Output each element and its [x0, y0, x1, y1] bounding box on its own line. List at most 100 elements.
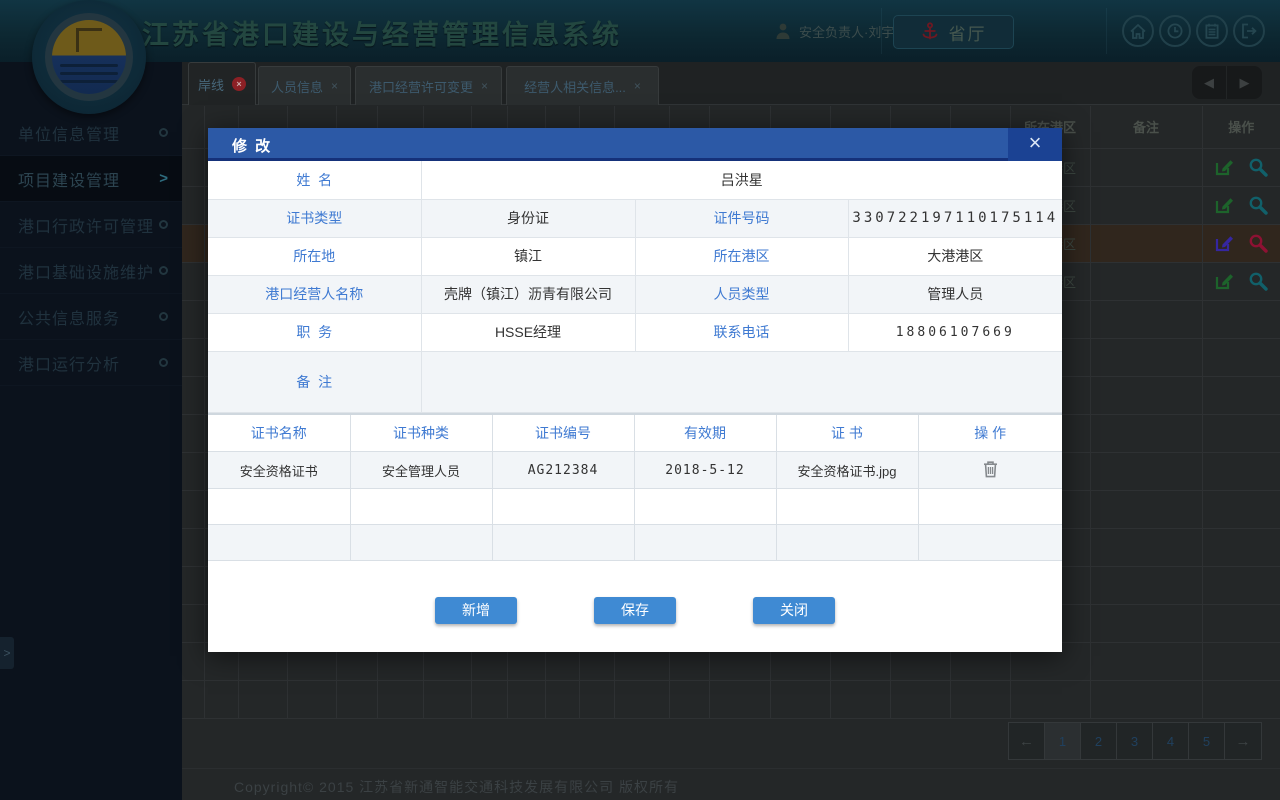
certificate-header-row: 证书名称 证书种类 证书编号 有效期 证 书 操 作 — [208, 414, 1062, 452]
edit-icon[interactable] — [1214, 271, 1234, 291]
tab-scroll-right-icon[interactable]: ▶ — [1227, 66, 1262, 99]
edit-icon[interactable] — [1214, 233, 1234, 253]
logout-icon[interactable] — [1233, 15, 1265, 47]
page-button-1[interactable]: 1 — [1045, 723, 1081, 759]
cert-number-header: 证书编号 — [492, 414, 634, 452]
name-value: 吕洪星 — [421, 161, 1062, 199]
screen: 江苏省港口建设与经营管理信息系统 安全负责人·刘宇 省厅 — [0, 0, 1280, 800]
home-icon[interactable] — [1122, 15, 1154, 47]
circle-indicator-icon — [159, 312, 168, 321]
user-avatar-icon — [775, 22, 791, 40]
save-button[interactable]: 保存 — [594, 597, 676, 624]
form-row-remark: 备 注 — [208, 351, 1062, 412]
circle-indicator-icon — [159, 358, 168, 367]
sidebar-item-port-admin-license[interactable]: 港口行政许可管理 — [0, 202, 182, 248]
tab-operator-related-info[interactable]: 经营人相关信息... × — [506, 66, 659, 105]
tab-scroll-arrows: ◀ ▶ — [1192, 66, 1262, 99]
location-label: 所在地 — [208, 237, 421, 275]
form-row-name: 姓 名 吕洪星 — [208, 161, 1062, 199]
certificate-empty-row — [208, 489, 1062, 525]
cert-file-cell: 安全资格证书.jpg — [776, 452, 918, 489]
form-row-position: 职 务 HSSE经理 联系电话 18806107669 — [208, 313, 1062, 351]
page-button-5[interactable]: 5 — [1189, 723, 1225, 759]
dialog-titlebar: 修 改 × — [208, 128, 1062, 161]
name-label: 姓 名 — [208, 161, 421, 199]
port-area-value: 大港港区 — [848, 237, 1062, 275]
sidebar: 单位信息管理 项目建设管理 > 港口行政许可管理 港口基础设施维护 公共信息服务… — [0, 62, 182, 800]
sidebar-item-unit-info[interactable]: 单位信息管理 — [0, 110, 182, 156]
app-title: 江苏省港口建设与经营管理信息系统 — [142, 13, 622, 52]
modify-dialog: 修 改 × 姓 名 吕洪星 证书类型 身份证 证件号码 330722197110… — [208, 128, 1062, 652]
edit-icon[interactable] — [1214, 157, 1234, 177]
page-prev-icon[interactable]: ← — [1009, 723, 1045, 759]
cert-number-cell: AG212384 — [492, 452, 634, 489]
search-icon[interactable] — [1248, 157, 1268, 177]
circle-indicator-icon — [159, 128, 168, 137]
remark-label: 备 注 — [208, 351, 421, 412]
row-actions-cell — [1202, 186, 1280, 224]
sidebar-item-port-infrastructure[interactable]: 港口基础设施维护 — [0, 248, 182, 294]
tab-close-badge-icon[interactable]: × — [232, 77, 246, 91]
cert-type-label: 证书类型 — [208, 199, 421, 237]
remark-value — [421, 351, 1062, 412]
tab-bar: 岸线 × 人员信息 × 港口经营许可变更 × 经营人相关信息... × ◀ ▶ — [182, 62, 1280, 105]
cert-kind-cell: 安全管理人员 — [350, 452, 492, 489]
dept-button[interactable]: 省厅 — [893, 15, 1014, 49]
id-number-value: 330722197110175114 — [848, 199, 1062, 237]
anchor-icon — [921, 22, 939, 42]
row-actions-cell — [1202, 148, 1280, 186]
add-button[interactable]: 新增 — [435, 597, 517, 624]
certificate-table: 证书名称 证书种类 证书编号 有效期 证 书 操 作 安全资格证书 安全管理人员… — [208, 413, 1062, 562]
tab-close-icon[interactable]: × — [331, 79, 338, 93]
page-button-3[interactable]: 3 — [1117, 723, 1153, 759]
circle-indicator-icon — [159, 220, 168, 229]
user-area: 安全负责人·刘宇 — [775, 0, 894, 62]
clock-icon[interactable] — [1159, 15, 1191, 47]
notepad-icon[interactable] — [1196, 15, 1228, 47]
sidebar-expander-handle[interactable]: > — [0, 637, 14, 669]
tab-close-icon[interactable]: × — [634, 79, 641, 93]
phone-value: 18806107669 — [848, 313, 1062, 351]
trash-icon[interactable] — [983, 460, 998, 478]
tab-license-change[interactable]: 港口经营许可变更 × — [355, 66, 502, 105]
page-next-icon[interactable]: → — [1225, 723, 1261, 759]
cert-valid-header: 有效期 — [634, 414, 776, 452]
dialog-close-icon[interactable]: × — [1008, 128, 1062, 161]
copyright-text: Copyright© 2015 江苏省新通智能交通科技发展有限公司 版权所有 — [234, 777, 679, 797]
sidebar-item-port-operation-analysis[interactable]: 港口运行分析 — [0, 340, 182, 386]
app-header: 江苏省港口建设与经营管理信息系统 安全负责人·刘宇 省厅 — [0, 0, 1280, 62]
tab-personnel-info[interactable]: 人员信息 × — [258, 66, 351, 105]
remark-column-header: 备注 — [1090, 106, 1202, 148]
tab-scroll-left-icon[interactable]: ◀ — [1192, 66, 1227, 99]
tab-close-icon[interactable]: × — [481, 79, 488, 93]
person-type-value: 管理人员 — [848, 275, 1062, 313]
operator-name-label: 港口经营人名称 — [208, 275, 421, 313]
person-type-label: 人员类型 — [635, 275, 848, 313]
pagination: ← 1 2 3 4 5 → — [1008, 722, 1262, 760]
search-icon[interactable] — [1248, 233, 1268, 253]
form-row-operator: 港口经营人名称 壳牌（镇江）沥青有限公司 人员类型 管理人员 — [208, 275, 1062, 313]
search-icon[interactable] — [1248, 271, 1268, 291]
dialog-title: 修 改 — [232, 135, 272, 156]
cert-action-header: 操 作 — [918, 414, 1062, 452]
cert-name-header: 证书名称 — [208, 414, 350, 452]
search-icon[interactable] — [1248, 195, 1268, 215]
circle-indicator-icon — [159, 266, 168, 275]
tab-shoreline[interactable]: 岸线 × — [188, 62, 256, 105]
cert-file-header: 证 书 — [776, 414, 918, 452]
user-name-label: 安全负责人·刘宇 — [799, 22, 894, 41]
dept-button-label: 省厅 — [949, 20, 987, 45]
form-row-location: 所在地 镇江 所在港区 大港港区 — [208, 237, 1062, 275]
page-button-4[interactable]: 4 — [1153, 723, 1189, 759]
cert-action-cell — [918, 452, 1062, 489]
chevron-right-icon: > — [159, 170, 168, 187]
page-button-2[interactable]: 2 — [1081, 723, 1117, 759]
location-value: 镇江 — [421, 237, 635, 275]
sidebar-item-project-construction[interactable]: 项目建设管理 > — [0, 156, 182, 202]
row-actions-cell — [1202, 262, 1280, 300]
sidebar-item-public-info[interactable]: 公共信息服务 — [0, 294, 182, 340]
sidebar-menu: 单位信息管理 项目建设管理 > 港口行政许可管理 港口基础设施维护 公共信息服务… — [0, 110, 182, 386]
close-button[interactable]: 关闭 — [753, 597, 835, 624]
edit-icon[interactable] — [1214, 195, 1234, 215]
row-actions-cell — [1202, 224, 1280, 262]
